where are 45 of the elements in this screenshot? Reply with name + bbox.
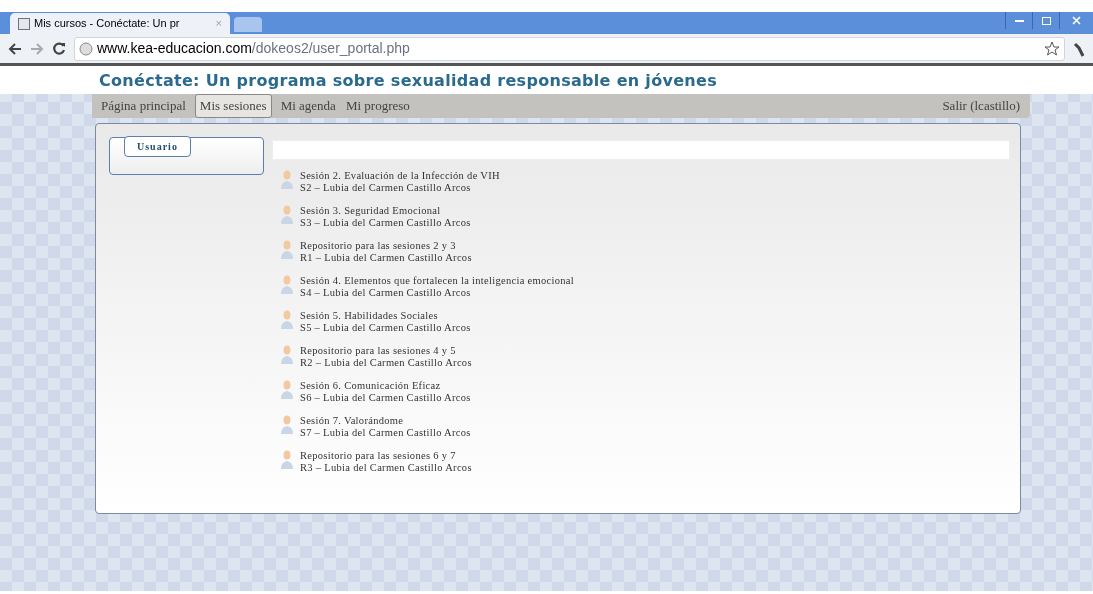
nav-tab[interactable]: Mis sesiones [194, 94, 272, 118]
course-link[interactable]: Repositorio para las sesiones 4 y 5 [300, 345, 472, 357]
user-icon [280, 345, 294, 365]
nav-tab[interactable]: Mi agenda [279, 96, 337, 116]
user-icon [280, 275, 294, 295]
url-host: www.kea-educacion.com [97, 39, 252, 58]
course-link[interactable]: Sesión 7. Valorándome [300, 415, 471, 427]
course-teacher: S6 – Lubia del Carmen Castillo Arcos [300, 392, 471, 404]
course-link[interactable]: Repositorio para las sesiones 2 y 3 [300, 240, 472, 252]
back-icon[interactable] [8, 42, 22, 55]
reload-icon[interactable] [52, 41, 66, 56]
user-icon [280, 415, 294, 435]
address-bar[interactable]: www.kea-educacion.com/dokeos2/user_portal.php [74, 36, 1065, 61]
user-icon [280, 170, 294, 190]
star-icon[interactable] [1044, 40, 1060, 57]
globe-icon [79, 41, 93, 56]
course-teacher: R3 – Lubia del Carmen Castillo Arcos [300, 462, 472, 474]
user-icon [280, 240, 294, 260]
url-path: /dokeos2/user_portal.php [251, 39, 410, 58]
course-teacher: S2 – Lubia del Carmen Castillo Arcos [300, 182, 472, 194]
favicon-icon [18, 17, 30, 30]
tab-title: Mis cursos - Conéctate: Un pr [34, 16, 180, 32]
user-icon [280, 205, 294, 225]
course-link[interactable]: Sesión 4. Elementos que fortalecen la inteligencia emocional [300, 275, 574, 287]
user-icon [280, 380, 294, 400]
user-icon [280, 310, 294, 330]
course-link[interactable]: Repositorio para las sesiones 6 y 7 [300, 450, 472, 462]
course-teacher: S3 – Lubia del Carmen Castillo Arcos [300, 217, 471, 229]
browser-tab[interactable]: Mis cursos - Conéctate: Un pr × [10, 13, 230, 34]
course-link[interactable]: Sesión 3. Seguridad Emocional [300, 205, 471, 217]
course-teacher: R1 – Lubia del Carmen Castillo Arcos [300, 252, 472, 264]
site-title: Conéctate: Un programa sobre sexualidad responsable en jóvenes [98, 70, 718, 92]
user-icon [280, 450, 294, 470]
course-teacher: S5 – Lubia del Carmen Castillo Arcos [300, 322, 471, 334]
logout-link[interactable]: Salir (lcastillo) [942, 96, 1020, 116]
course-teacher: S4 – Lubia del Carmen Castillo Arcos [300, 287, 472, 299]
course-teacher: S7 – Lubia del Carmen Castillo Arcos [300, 427, 471, 439]
course-link[interactable]: Sesión 6. Comunicación Eficaz [300, 380, 471, 392]
user-box-title: Usuario [124, 136, 191, 157]
nav-tab[interactable]: Página principal [100, 96, 187, 116]
course-link[interactable]: Sesión 2. Evaluación de la Infección de VIH [300, 170, 500, 182]
course-teacher: R2 – Lubia del Carmen Castillo Arcos [300, 357, 472, 369]
nav-tab[interactable]: Mi progreso [344, 96, 411, 116]
course-link[interactable]: Sesión 5. Habilidades Sociales [300, 310, 471, 322]
close-icon [1072, 16, 1081, 25]
